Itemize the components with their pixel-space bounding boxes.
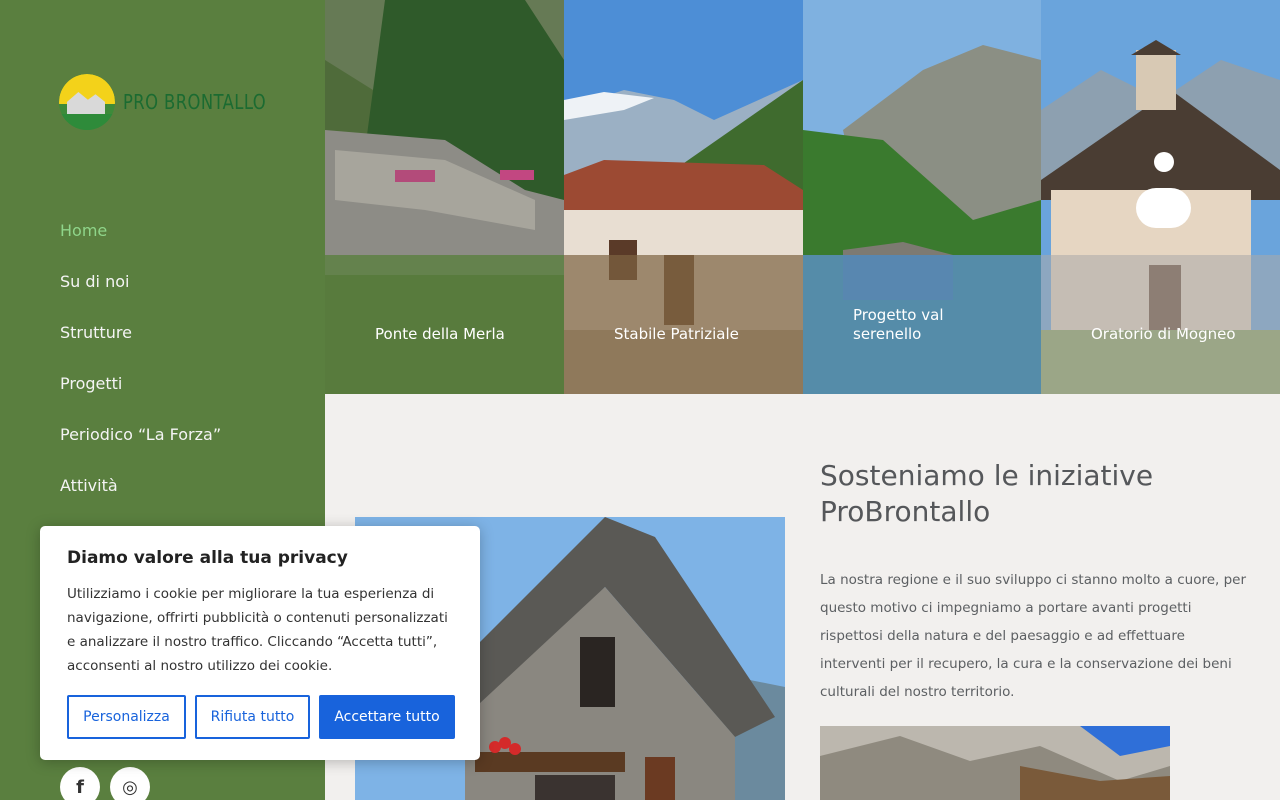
landscape-photo (820, 726, 1170, 800)
tile-oratorio-di-mogneo[interactable]: Oratorio di Mogneo (1041, 0, 1280, 394)
logo-text: PRO BRONTALLO (123, 90, 267, 114)
nav-item-attivita[interactable]: Attività (60, 473, 221, 524)
cookie-buttons: Personalizza Rifiuta tutto Accettare tut… (67, 695, 455, 739)
tile-label: Stabile Patriziale (614, 325, 739, 343)
tile-progetto-val-serenello[interactable]: Progetto val serenello (803, 0, 1041, 394)
site-logo[interactable]: PRO BRONTALLO (59, 74, 298, 130)
tile-stabile-patriziale[interactable]: Stabile Patriziale (564, 0, 803, 394)
section-heading: Sosteniamo le iniziative ProBrontallo (820, 459, 1154, 528)
featured-tiles: Ponte della Merla Stabile Patriziale Pro… (325, 0, 1280, 394)
instagram-icon[interactable]: ◎ (110, 767, 150, 800)
facebook-icon[interactable]: f (60, 767, 100, 800)
nav-item-periodico[interactable]: Periodico “La Forza” (60, 422, 221, 473)
tile-ponte-della-merla[interactable]: Ponte della Merla (325, 0, 564, 394)
cookie-text: Utilizziamo i cookie per migliorare la t… (67, 586, 448, 674)
customize-button[interactable]: Personalizza (67, 695, 186, 739)
tile-label: Ponte della Merla (375, 325, 505, 343)
nav-item-strutture[interactable]: Strutture (60, 320, 221, 371)
main-nav: Home Su di noi Strutture Progetti Period… (60, 218, 221, 524)
tile-label: Oratorio di Mogneo (1091, 325, 1236, 343)
accept-all-button[interactable]: Accettare tutto (319, 695, 455, 739)
section-body-text: La nostra regione e il suo sviluppo ci s… (820, 572, 1247, 700)
cookie-consent-banner: Diamo valore alla tua privacy Utilizziam… (40, 526, 480, 760)
reject-all-button[interactable]: Rifiuta tutto (195, 695, 310, 739)
nav-item-su-di-noi[interactable]: Su di noi (60, 269, 221, 320)
social-links: f ◎ (60, 767, 150, 800)
logo-icon (59, 74, 115, 130)
tile-label: Progetto val serenello (853, 306, 944, 343)
nav-item-progetti[interactable]: Progetti (60, 371, 221, 422)
nav-item-home[interactable]: Home (60, 218, 221, 269)
cookie-title: Diamo valore alla tua privacy (67, 548, 348, 568)
